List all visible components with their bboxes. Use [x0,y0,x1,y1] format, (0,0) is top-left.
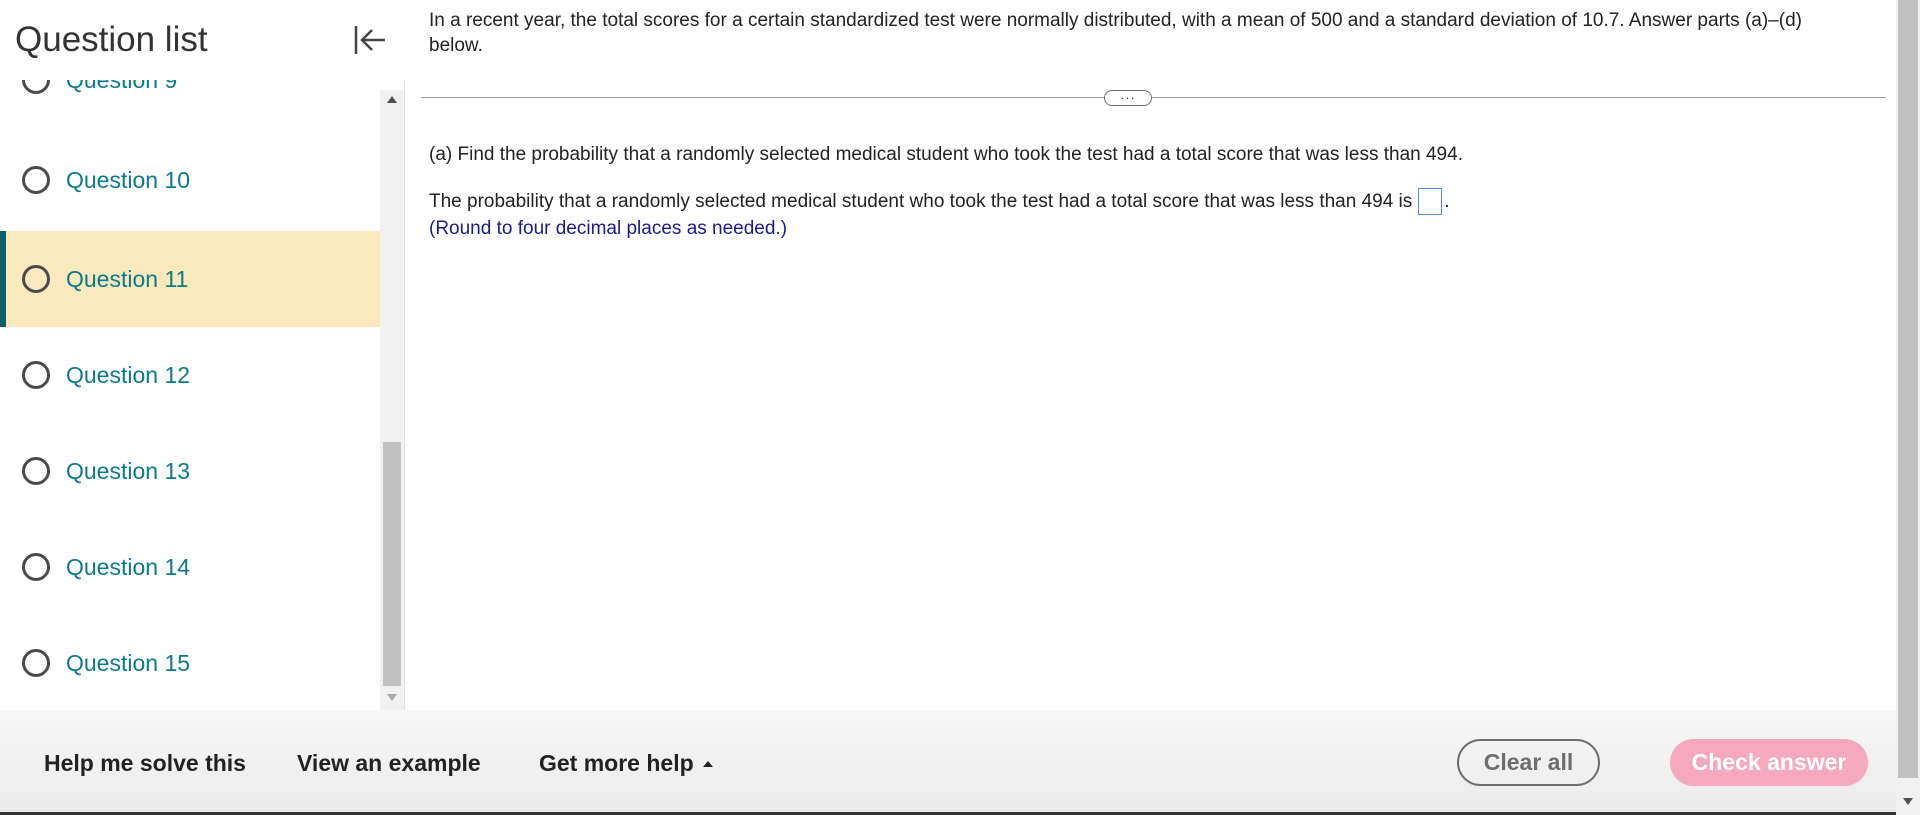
question-item-13[interactable]: Question 13 [0,423,380,519]
caret-up-icon [702,760,713,767]
answer-line: The probability that a randomly selected… [429,188,1450,215]
question-item-14[interactable]: Question 14 [0,519,380,615]
collapse-left-icon [354,26,385,54]
question-item-10[interactable]: Question 10 [0,132,380,228]
radio-circle-icon [22,553,50,581]
question-list-panel: Question list Question 9 Question 10 Que… [0,0,405,710]
question-label: Question 11 [66,265,189,292]
scroll-down-arrow-icon[interactable] [387,694,397,701]
question-label: Question 12 [66,361,191,388]
page-scroll-down-arrow-icon[interactable] [1903,798,1913,805]
question-item-9[interactable]: Question 9 [0,80,380,128]
part-a-prompt: (a) Find the probability that a randomly… [429,144,1463,165]
question-label: Question 15 [66,649,191,676]
rounding-hint: (Round to four decimal places as needed.… [429,218,788,239]
answer-input[interactable] [1418,188,1443,215]
divider [421,97,1886,98]
question-panel: In a recent year, the total scores for a… [406,0,1896,710]
get-more-help-label: Get more help [539,750,694,776]
question-list-title: Question list [15,20,208,59]
footer-toolbar: Help me solve this View an example Get m… [0,710,1896,812]
question-item-15[interactable]: Question 15 [0,615,380,710]
check-answer-button[interactable]: Check answer [1670,739,1868,786]
page-scrollbar[interactable] [1896,0,1920,815]
collapse-panel-button[interactable] [350,20,390,60]
question-label: Question 14 [66,553,191,580]
radio-circle-icon [22,361,50,389]
page-scrollbar-thumb[interactable] [1898,0,1918,778]
question-label: Question 9 [66,80,177,94]
get-more-help-menu[interactable]: Get more help [539,750,713,777]
radio-circle-icon [22,649,50,677]
help-me-solve-link[interactable]: Help me solve this [44,750,246,777]
question-item-11[interactable]: Question 11 [0,231,380,327]
radio-circle-icon [22,265,50,293]
question-label: Question 13 [66,457,191,484]
answer-prefix-text: The probability that a randomly selected… [429,190,1413,212]
question-item-12[interactable]: Question 12 [0,327,380,423]
expand-more-button[interactable]: ··· [1104,90,1152,106]
radio-circle-icon [22,457,50,485]
clear-all-button[interactable]: Clear all [1457,739,1600,786]
scroll-up-arrow-icon[interactable] [387,96,397,103]
question-intro-text: In a recent year, the total scores for a… [429,10,1802,56]
question-label: Question 10 [66,166,191,193]
radio-circle-icon [22,80,50,94]
question-list-scrollbar[interactable] [380,90,404,710]
question-list-header: Question list [0,0,405,80]
answer-suffix-text: . [1444,190,1450,212]
scrollbar-thumb[interactable] [383,442,401,686]
radio-circle-icon [22,166,50,194]
view-example-link[interactable]: View an example [297,750,481,777]
question-list: Question 9 Question 10 Question 11 Quest… [0,80,380,710]
